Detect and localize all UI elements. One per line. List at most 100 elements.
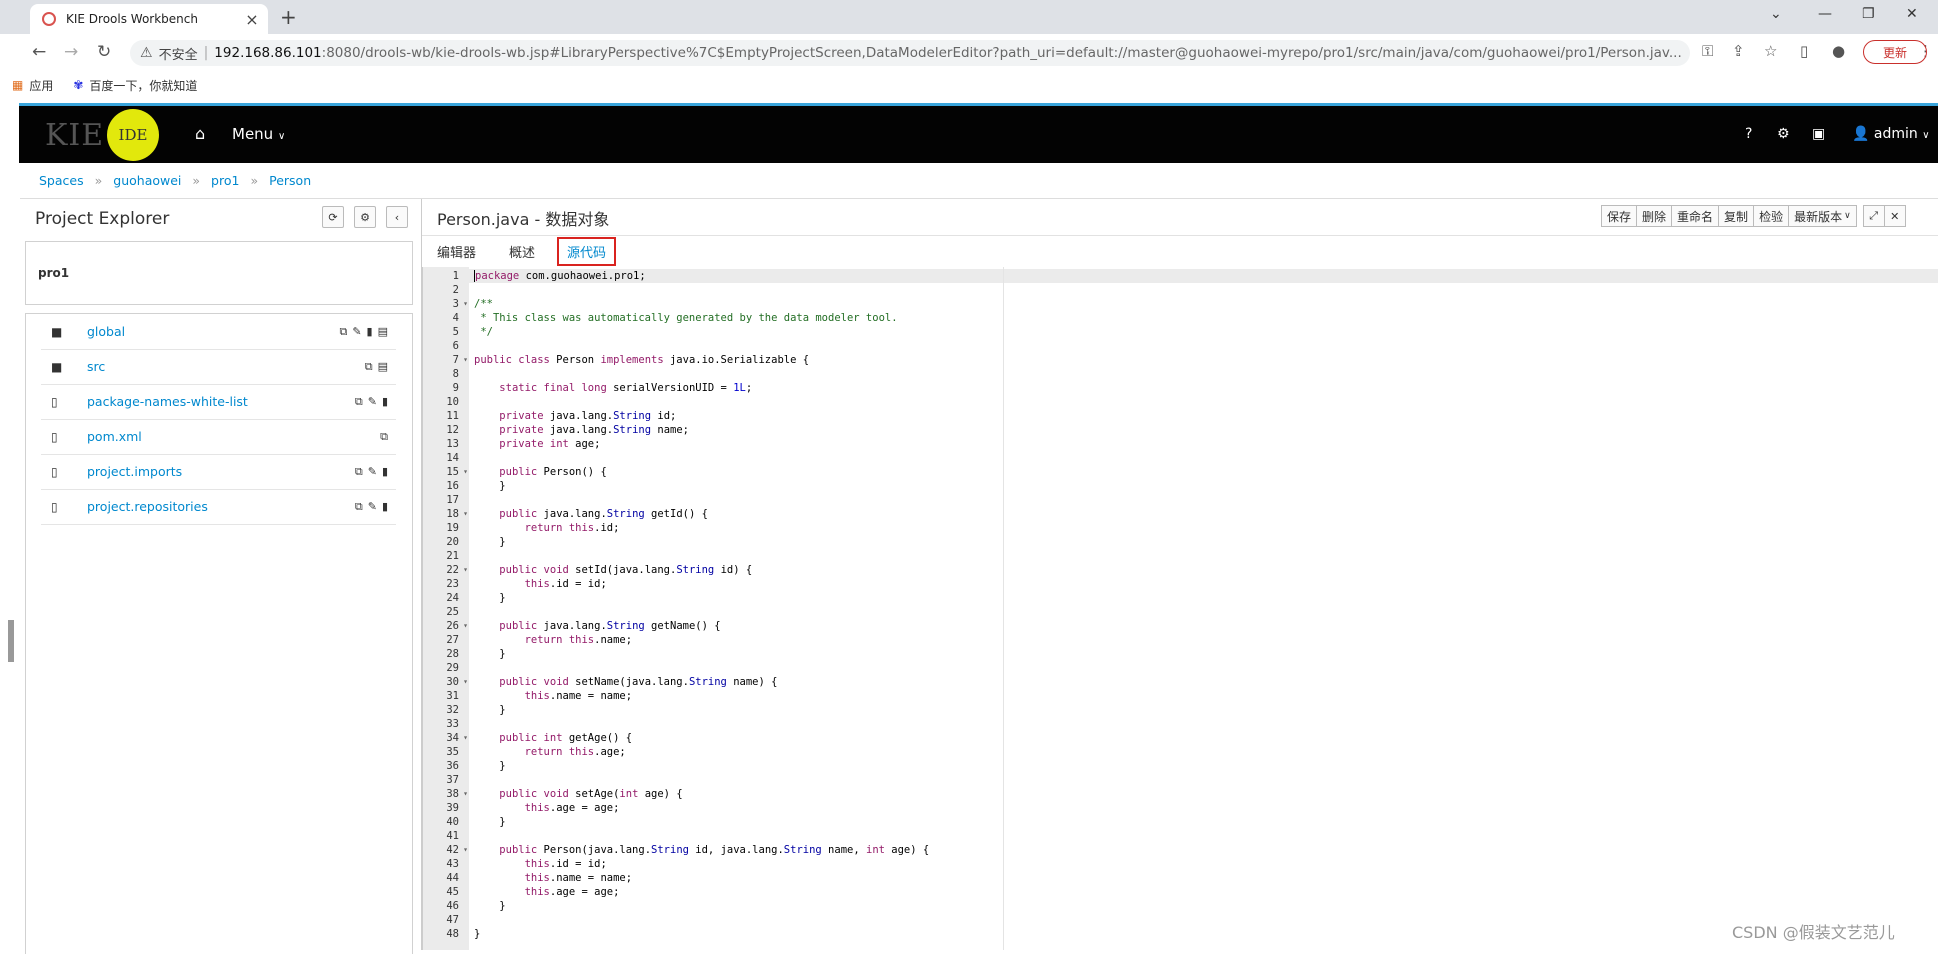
breadcrumb-space[interactable]: guohaowei [113,173,181,188]
editor-title: Person.java - 数据对象 [437,210,610,229]
help-icon[interactable]: ? [1745,126,1752,142]
new-tab-icon[interactable]: + [280,5,297,29]
file-name[interactable]: project.imports [87,464,355,479]
tab-close-icon[interactable]: × [244,10,260,29]
breadcrumb-project[interactable]: pro1 [211,173,239,188]
list-item[interactable]: ■ global ⧉ ✎ ▮ ▤ [41,314,396,350]
trash-icon[interactable]: ▮ [382,465,388,479]
file-name[interactable]: project.repositories [87,499,355,514]
tab-source[interactable]: 源代码 [557,237,617,266]
file-name[interactable]: global [87,324,339,339]
insecure-label: 不安全 [158,47,198,63]
settings-gear-icon[interactable]: ⚙ [354,206,376,228]
pencil-icon[interactable]: ✎ [368,500,377,514]
fold-toggle-icon[interactable]: ▾ [463,465,468,479]
fold-toggle-icon[interactable]: ▾ [463,297,468,311]
pencil-icon[interactable]: ✎ [368,465,377,479]
line-number: 28 [446,648,459,660]
url-bar[interactable]: ⚠ 不安全 | 192.168.86.101:8080/drools-wb/ki… [130,40,1690,66]
camera-icon[interactable]: ▣ [1812,126,1825,142]
file-name[interactable]: pom.xml [87,429,380,444]
user-menu[interactable]: 👤 admin ∨ [1852,126,1930,142]
list-item[interactable]: ▯ pom.xml ⧉ [41,419,396,455]
rename-button[interactable]: 重命名 [1671,205,1720,227]
restore-icon[interactable]: ❐ [1862,6,1875,22]
key-icon[interactable]: ⚿ [1702,42,1713,60]
bookmark-label: 应用 [29,78,54,93]
breadcrumb: Spaces » guohaowei » pro1 » Person [20,163,1938,199]
maximize-icon[interactable]: ⤢ [1862,205,1885,227]
close-editor-icon[interactable]: ✕ [1883,205,1906,227]
page-scroll-handle[interactable] [8,620,14,662]
file-icon: ▯ [51,464,58,479]
copy-icon[interactable]: ⧉ [365,360,373,374]
minimize-icon[interactable]: — [1818,6,1832,22]
list-item[interactable]: ▯ project.repositories ⧉ ✎ ▮ [41,489,396,525]
tab-favicon-icon [42,12,56,26]
copy-icon[interactable]: ⧉ [355,465,363,479]
fold-toggle-icon[interactable]: ▾ [463,843,468,857]
latest-version-dropdown[interactable]: 最新版本 ∨ [1788,205,1857,227]
bookmark-baidu[interactable]: ✾ 百度一下，你就知道 [73,77,197,94]
copy-icon[interactable]: ⧉ [380,430,388,444]
code-content[interactable]: package com.guohaowei.pro1; /** * This c… [474,269,929,941]
window-close-icon[interactable]: ✕ [1906,6,1918,22]
fold-toggle-icon[interactable]: ▾ [463,619,468,633]
bookmark-star-icon[interactable]: ☆ [1764,42,1777,60]
list-item[interactable]: ▯ package-names-white-list ⧉ ✎ ▮ [41,384,396,420]
sidepanel-icon[interactable]: ▯ [1800,42,1808,60]
validate-button[interactable]: 检验 [1753,205,1790,227]
copy-icon[interactable]: ⧉ [355,395,363,409]
tab-editor[interactable]: 编辑器 [437,242,476,261]
file-name[interactable]: package-names-white-list [87,394,355,409]
forward-icon[interactable]: → [64,42,78,62]
archive-icon[interactable]: ▤ [378,360,388,374]
update-button[interactable]: 更新 [1863,40,1927,64]
menu-dropdown[interactable]: Menu ∨ [232,125,285,143]
trash-icon[interactable]: ▮ [382,500,388,514]
copy-button[interactable]: 复制 [1718,205,1755,227]
browser-tab[interactable]: KIE Drools Workbench × [30,4,268,34]
list-item[interactable]: ■ src ⧉ ▤ [41,349,396,385]
save-button[interactable]: 保存 [1601,205,1638,227]
file-icon: ▯ [51,499,58,514]
fold-toggle-icon[interactable]: ▾ [463,507,468,521]
reload-icon[interactable]: ↻ [97,42,111,62]
home-icon[interactable]: ⌂ [195,124,205,143]
back-icon[interactable]: ← [32,42,46,62]
tab-overview[interactable]: 概述 [509,242,535,261]
line-number: 20 [446,536,459,548]
share-icon[interactable]: ⇪ [1732,42,1745,60]
warning-icon[interactable]: ⚠ [140,45,153,61]
copy-icon[interactable]: ⧉ [355,500,363,514]
line-number: 46 [446,900,459,912]
fold-toggle-icon[interactable]: ▾ [463,675,468,689]
collapse-left-icon[interactable]: ‹ [386,206,408,228]
trash-icon[interactable]: ▮ [367,325,373,339]
source-code-editor[interactable]: 1 2 3 ▾ 4 5 6 7 ▾ 8 9 10 11 12 13 14 15 ▾ 16 17 18 ▾ 19 20 21 22 ▾… [422,267,1938,950]
gear-icon[interactable]: ⚙ [1777,126,1790,142]
bookmark-apps[interactable]: ▦ 应用 [12,77,53,94]
fold-toggle-icon[interactable]: ▾ [463,787,468,801]
tab-search-chevron-icon[interactable]: ⌄ [1770,6,1782,22]
breadcrumb-spaces[interactable]: Spaces [39,173,84,188]
file-list: ■ global ⧉ ✎ ▮ ▤ ■ src ⧉ ▤ ▯ package-names-w… [25,313,413,954]
trash-icon[interactable]: ▮ [382,395,388,409]
line-number: 13 [446,438,459,450]
profile-icon[interactable]: ● [1832,42,1845,60]
list-item[interactable]: ▯ project.imports ⧉ ✎ ▮ [41,454,396,490]
pencil-icon[interactable]: ✎ [368,395,377,409]
project-selector[interactable]: pro1 [25,241,413,305]
fold-toggle-icon[interactable]: ▾ [463,731,468,745]
copy-icon[interactable]: ⧉ [339,325,347,339]
pencil-icon[interactable]: ✎ [352,325,361,339]
fold-toggle-icon[interactable]: ▾ [463,563,468,577]
breadcrumb-asset[interactable]: Person [269,173,311,188]
file-name[interactable]: src [87,359,365,374]
delete-button[interactable]: 删除 [1636,205,1673,227]
line-number: 16 [446,480,459,492]
refresh-icon[interactable]: ⟳ [322,206,344,228]
archive-icon[interactable]: ▤ [378,325,388,339]
chevron-down-icon: ∨ [1844,211,1851,221]
fold-toggle-icon[interactable]: ▾ [463,353,468,367]
